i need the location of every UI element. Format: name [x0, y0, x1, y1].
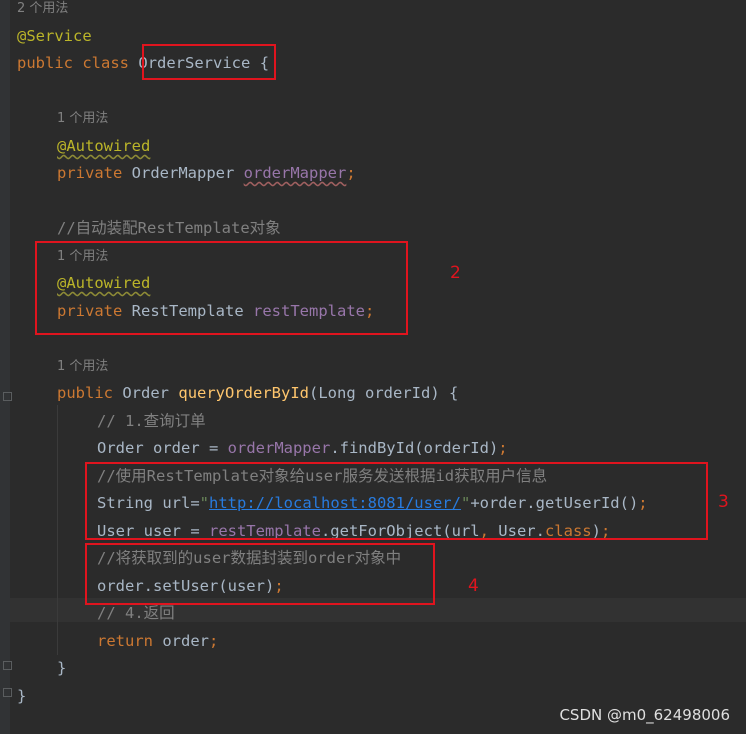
annotation-number-3: 3: [718, 492, 729, 512]
code-token: order: [153, 632, 209, 650]
code-comment[interactable]: // 4.返回: [97, 603, 175, 623]
annotation-number-4: 4: [468, 576, 479, 596]
type-token: Order: [122, 384, 170, 402]
semicolon-token: ;: [498, 439, 508, 457]
code-line[interactable]: @Autowired: [57, 136, 150, 156]
usage-hint[interactable]: 2 个用法: [17, 1, 68, 17]
annotation-number-2: 2: [450, 263, 461, 283]
code-comment[interactable]: //自动装配RestTemplate对象: [57, 218, 281, 238]
highlight-box-class-name: [142, 44, 276, 80]
keyword-token: public: [17, 54, 73, 72]
code-token: Order order =: [97, 439, 228, 457]
code-line[interactable]: }: [17, 686, 26, 706]
field-token: orderMapper: [243, 164, 347, 182]
annotation-token: @Autowired: [57, 137, 151, 155]
code-token: .findById(orderId): [330, 439, 499, 457]
type-token: OrderMapper: [131, 164, 235, 182]
code-line[interactable]: }: [57, 658, 66, 678]
usage-hint[interactable]: 1 个用法: [57, 359, 108, 375]
keyword-token: public: [57, 384, 113, 402]
params-token: (Long orderId) {: [309, 384, 459, 402]
highlight-box-4: [85, 543, 435, 605]
code-line[interactable]: return order;: [97, 631, 218, 651]
semicolon-token: ;: [209, 632, 219, 650]
usage-hint[interactable]: 1 个用法: [57, 111, 108, 127]
annotation-token: @Service: [17, 27, 92, 45]
fold-marker-method-end[interactable]: [3, 661, 12, 670]
semicolon-token: ;: [346, 164, 356, 182]
method-name-token: queryOrderById: [178, 384, 310, 402]
highlight-box-3: [85, 462, 708, 540]
brace-token: }: [17, 687, 27, 705]
fold-marker-method[interactable]: [3, 392, 12, 401]
code-line[interactable]: private OrderMapper orderMapper;: [57, 163, 356, 183]
code-line[interactable]: Order order = orderMapper.findById(order…: [97, 438, 508, 458]
keyword-token: private: [57, 164, 123, 182]
editor-gutter: [0, 0, 10, 734]
code-line[interactable]: public Order queryOrderById(Long orderId…: [57, 383, 458, 403]
watermark: CSDN @m0_62498006: [559, 706, 730, 724]
brace-token: }: [57, 659, 67, 677]
keyword-token: class: [82, 54, 130, 72]
fold-marker-class-end[interactable]: [3, 688, 12, 697]
keyword-token: return: [97, 632, 153, 650]
highlight-box-2: [35, 241, 408, 335]
field-token: orderMapper: [227, 439, 331, 457]
code-line[interactable]: @Service: [17, 26, 92, 46]
code-comment[interactable]: // 1.查询订单: [97, 411, 206, 431]
indent-guide: [57, 405, 58, 655]
